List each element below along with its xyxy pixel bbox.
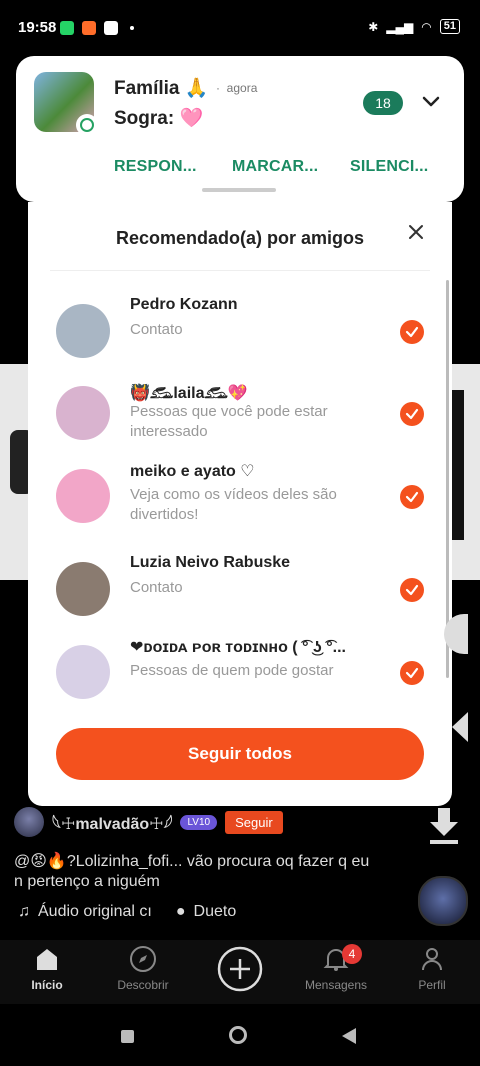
wifi-icon: ◠ [421,19,432,34]
video-caption: @😡🔥?Lolizinha_fofi... vão procura oq faz… [14,853,370,890]
user-reason: Pessoas de quem pode gostar [130,662,334,679]
sound-disc-avatar[interactable] [418,876,468,926]
avatar [56,562,110,616]
nav-profile[interactable]: Perfil [392,944,472,992]
plus-icon [217,946,263,992]
bottom-nav: Início Descobrir Mensagens Perfil [0,940,480,1004]
check-icon[interactable] [400,485,424,509]
author-row: 𓆩☩malvadão☩𓆪 LV10 Seguir [14,806,283,838]
signal-icon: ▂▄▆ [386,19,414,34]
list-item[interactable]: Pedro Kozann Contato [28,294,452,374]
duet-label[interactable]: Dueto [194,903,237,921]
list-item[interactable]: ❤ᴅᴏɪᴅᴀ ᴘᴏʀ ᴛᴏᴅɪɴʜᴏ ( ͡° ͜ʖ ͡°... Pessoas… [28,635,452,715]
more-dot-icon [130,26,134,30]
level-badge: LV10 [180,814,218,830]
author-avatar[interactable] [14,807,44,837]
modal-title: Recomendado(a) por amigos [115,228,365,248]
bluetooth-icon: ✱ [368,19,379,34]
sound-label: Áudio original cı [38,903,152,920]
follow-button[interactable]: Seguir [225,810,283,834]
author-name[interactable]: 𓆩☩malvadão☩𓆪 [52,809,172,835]
list-item[interactable]: meiko e ayato ♡ Veja como os vídeos dele… [28,459,452,539]
video-figure-right [450,390,464,540]
compass-icon [130,946,156,972]
avatar [56,386,110,440]
check-icon[interactable] [400,402,424,426]
whatsapp-status-icon [60,21,74,35]
user-reason: Contato [130,321,183,338]
whatsapp-badge-icon [76,114,98,136]
close-icon[interactable] [404,220,428,244]
mute-action[interactable]: SILENCI... [350,158,428,176]
play-status-icon [104,21,118,35]
nav-create[interactable] [200,944,280,994]
divider [50,270,430,271]
back-button[interactable] [342,1028,356,1044]
user-reason: Veja como os vídeos deles são divertidos… [130,486,337,523]
check-icon[interactable] [400,661,424,685]
avatar [56,645,110,699]
notification-body: Sogra: 🩷 [114,108,204,129]
mark-read-action[interactable]: MARCAR... [232,158,318,176]
nav-messages-label: Mensagens [304,978,368,992]
nav-profile-label: Perfil [418,978,446,992]
user-reason: Contato [130,579,183,596]
recommended-friends-modal: Recomendado(a) por amigos Pedro Kozann C… [28,202,452,806]
list-item[interactable]: 👹𓃹laila𓃹💖 Pessoas que você pode estar in… [28,376,452,456]
user-reason: Pessoas que você pode estar interessado [130,403,328,440]
user-name: Pedro Kozann [130,296,238,313]
music-note-icon: ♫ [18,903,30,920]
nav-home-label: Início [31,978,63,992]
expand-chevron-icon[interactable] [420,90,442,112]
sound-row[interactable]: ♫ Áudio original cı ● Dueto [18,903,236,921]
user-name: meiko e ayato ♡ [130,463,255,480]
avatar [56,469,110,523]
nav-discover-label: Descobrir [117,978,169,992]
download-icon[interactable] [426,806,462,846]
status-time: 19:58 [18,19,57,36]
nav-home[interactable]: Início [7,944,87,992]
home-button[interactable] [229,1026,247,1044]
system-nav [0,1004,480,1066]
drag-handle[interactable] [202,188,276,192]
check-icon[interactable] [400,578,424,602]
list-item[interactable]: Luzia Neivo Rabuske Contato [28,552,452,632]
share-icon[interactable] [452,712,468,742]
duet-icon: ● [175,903,186,920]
check-icon[interactable] [400,320,424,344]
app-status-icon [82,21,96,35]
status-bar: 19:58 ✱ ▂▄▆ ◠ 51 [0,0,480,56]
user-name: Luzia Neivo Rabuske [130,554,291,571]
user-name: ❤ᴅᴏɪᴅᴀ ᴘᴏʀ ᴛᴏᴅɪɴʜᴏ ( ͡° ͜ʖ ͡°... [130,639,346,656]
follow-all-button[interactable]: Seguir todos [56,728,424,780]
notification-title: Família 🙏 [114,78,209,99]
nav-discover[interactable]: Descobrir [103,944,183,992]
nav-messages[interactable]: Mensagens [296,944,376,992]
user-name: 👹𓃹laila𓃹💖 [130,385,248,402]
reply-action[interactable]: RESPON... [114,158,197,176]
battery-icon: 51 [439,19,460,34]
avatar [56,304,110,358]
message-count-badge: 18 [363,91,403,115]
home-icon [37,949,57,970]
recents-button[interactable] [121,1030,134,1043]
status-right: ✱ ▂▄▆ ◠ 51 [368,19,460,34]
person-icon [422,948,442,971]
notification-time: · agora [216,81,258,95]
messages-badge: 4 [342,944,362,964]
whatsapp-notification[interactable]: Família 🙏 · agora Sogra: 🩷 18 RESPON... … [16,56,464,202]
